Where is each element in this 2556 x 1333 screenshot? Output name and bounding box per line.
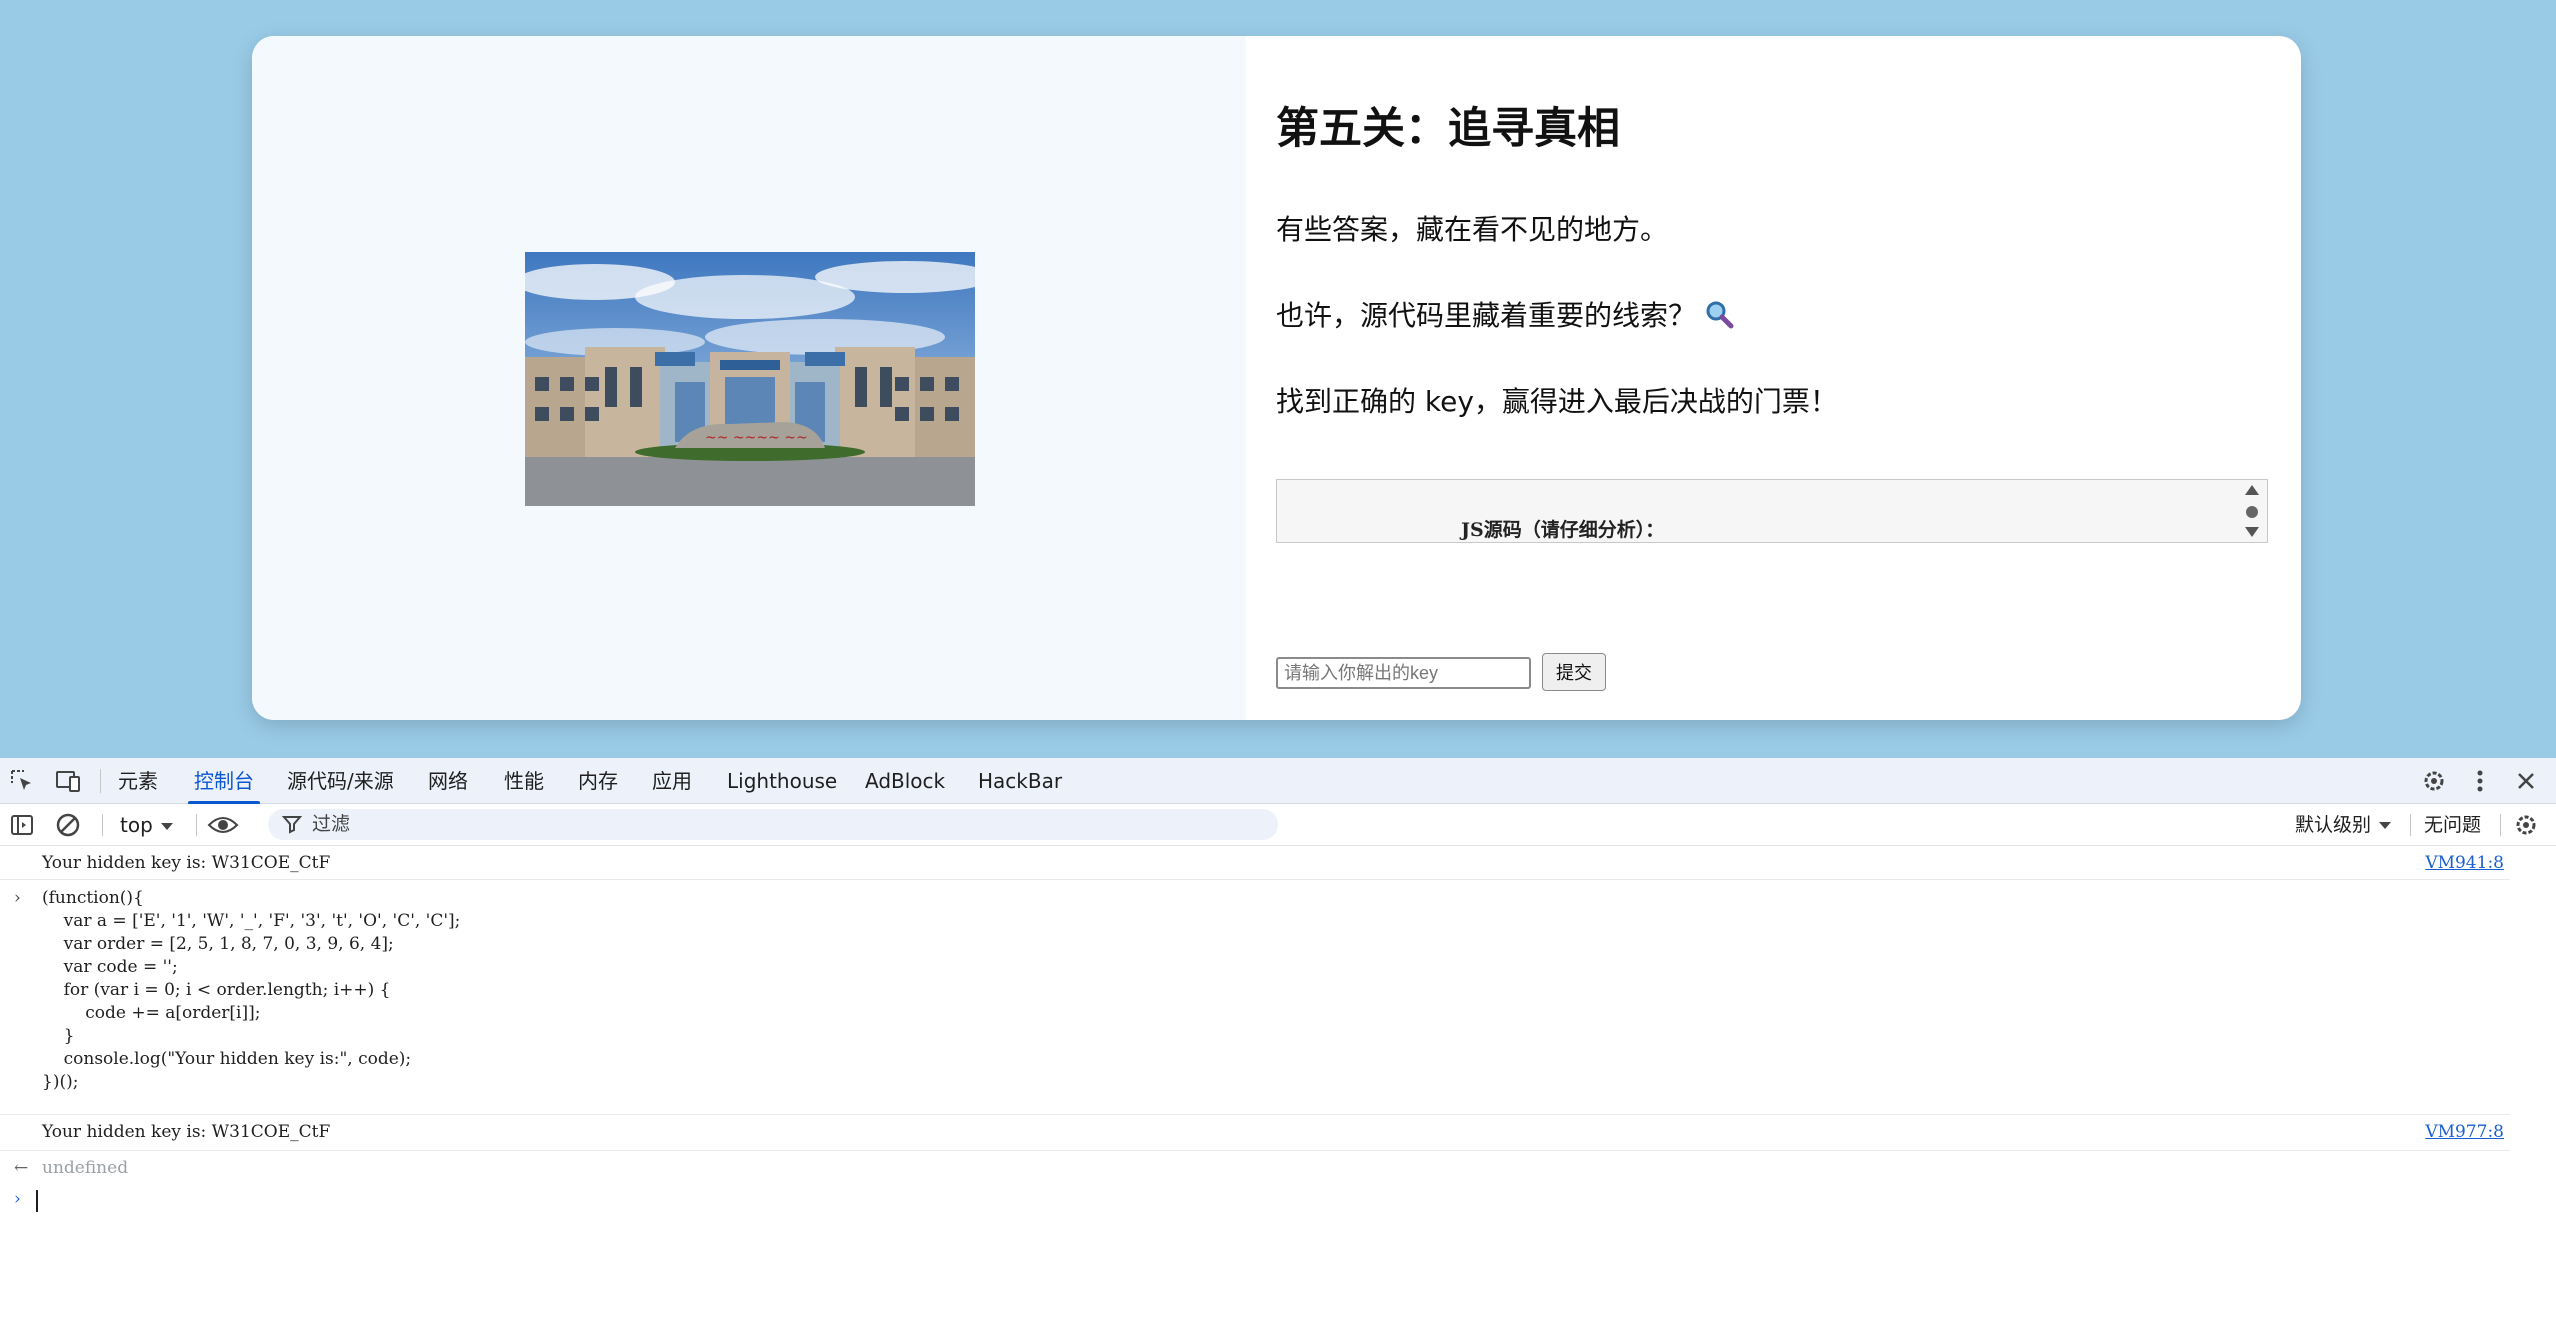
- tab-adblock[interactable]: AdBlock: [865, 758, 945, 804]
- context-selector[interactable]: top: [120, 804, 173, 846]
- tab-network[interactable]: 网络: [428, 758, 468, 804]
- code-line: }: [42, 1026, 75, 1046]
- content-panel: 第五关：追寻真相 有些答案，藏在看不见的地方。 也许，源代码里藏着重要的线索？ …: [1246, 36, 2301, 720]
- more-options-icon[interactable]: [2466, 767, 2494, 795]
- magnifier-icon: [1704, 299, 1734, 336]
- js-source-box[interactable]: JS源码（请仔细分析）：: [1276, 479, 2268, 543]
- issues-counter[interactable]: 无问题: [2424, 804, 2481, 846]
- code-line: var code = '';: [42, 957, 178, 977]
- log-levels-label: 默认级别: [2295, 814, 2372, 836]
- scroll-up-arrow-icon[interactable]: [2245, 485, 2259, 495]
- toolbar-divider-4: [2500, 814, 2501, 836]
- close-devtools-icon[interactable]: [2512, 767, 2540, 795]
- toolbar-divider-3: [2410, 814, 2411, 836]
- tab-console[interactable]: 控制台: [188, 758, 260, 804]
- expand-chevron-icon[interactable]: ›: [14, 887, 21, 910]
- console-return-value: ← undefined: [0, 1151, 2510, 1187]
- campus-building-image: ~~ ~~~~ ~~: [525, 252, 975, 506]
- console-log-message: Your hidden key is: W31COE_CtF VM977:8: [0, 1115, 2510, 1151]
- chevron-down-icon: [160, 823, 173, 830]
- live-expression-eye-icon[interactable]: [207, 811, 239, 839]
- return-arrow-icon: ←: [14, 1158, 29, 1178]
- tab-sources[interactable]: 源代码/来源: [287, 758, 394, 804]
- console-prompt-cursor[interactable]: [36, 1190, 38, 1212]
- code-line: code += a[order[i]];: [42, 1003, 261, 1023]
- code-line: for (var i = 0; i < order.length; i++) {: [42, 980, 391, 1000]
- console-toolbar: top 过滤 默认级别 无问题: [0, 804, 2556, 846]
- code-line: var order = [2, 5, 1, 8, 7, 0, 3, 9, 6, …: [42, 934, 394, 954]
- prompt-chevron-icon: ›: [14, 1189, 21, 1209]
- devtools-tabbar: 元素 控制台 源代码/来源 网络 性能 内存 应用 Lighthouse AdB…: [0, 758, 2556, 804]
- tab-application[interactable]: 应用: [652, 758, 692, 804]
- svg-text:~~ ~~~~ ~~: ~~ ~~~~ ~~: [705, 430, 808, 446]
- tab-memory[interactable]: 内存: [578, 758, 618, 804]
- settings-gear-icon[interactable]: [2420, 767, 2448, 795]
- chevron-down-icon: [2379, 822, 2392, 829]
- console-settings-gear-icon[interactable]: [2512, 811, 2540, 839]
- filter-funnel-icon: [280, 812, 304, 836]
- tabbar-divider: [100, 769, 101, 793]
- scrollbar-thumb[interactable]: [2246, 506, 2258, 518]
- code-line: console.log("Your hidden key is:", code)…: [42, 1049, 412, 1069]
- page-title: 第五关：追寻真相: [1276, 104, 1620, 154]
- tab-elements[interactable]: 元素: [118, 758, 158, 804]
- log-message-text: Your hidden key is: W31COE_CtF: [42, 1122, 331, 1142]
- level-card: ~~ ~~~~ ~~ 第五关：追寻真相 有些答案，藏在看不见的地方。 也许，源代…: [252, 36, 2301, 720]
- sidebar-toggle-icon[interactable]: [8, 811, 36, 839]
- code-line: (function(){: [42, 888, 144, 908]
- context-label: top: [120, 813, 153, 837]
- goal-text: 找到正确的 key，赢得进入最后决战的门票！: [1276, 385, 1838, 418]
- intro-text: 有些答案，藏在看不见的地方。: [1276, 213, 1669, 246]
- toolbar-divider: [102, 814, 103, 836]
- code-line: })();: [42, 1072, 79, 1092]
- page-viewport: ~~ ~~~~ ~~ 第五关：追寻真相 有些答案，藏在看不见的地方。 也许，源代…: [0, 0, 2556, 758]
- key-input[interactable]: [1276, 657, 1531, 689]
- devtools-panel: 元素 控制台 源代码/来源 网络 性能 内存 应用 Lighthouse AdB…: [0, 758, 2556, 1333]
- console-output[interactable]: Your hidden key is: W31COE_CtF VM941:8 ›…: [0, 846, 2556, 1333]
- scroll-down-arrow-icon[interactable]: [2245, 527, 2259, 537]
- tab-performance[interactable]: 性能: [504, 758, 544, 804]
- inspect-element-icon[interactable]: [8, 767, 36, 795]
- log-message-text: Your hidden key is: W31COE_CtF: [42, 853, 331, 873]
- console-filter-input[interactable]: 过滤: [268, 809, 1278, 840]
- console-input-code: › (function(){ var a = ['E', '1', 'W', '…: [0, 880, 2510, 1115]
- image-panel: ~~ ~~~~ ~~: [252, 36, 1246, 720]
- source-link[interactable]: VM977:8: [2425, 1122, 2504, 1142]
- hint-text-label: 也许，源代码里藏着重要的线索？: [1276, 299, 1697, 332]
- hint-text: 也许，源代码里藏着重要的线索？: [1276, 294, 1734, 336]
- campus-photo: ~~ ~~~~ ~~: [525, 252, 975, 506]
- filter-placeholder: 过滤: [312, 813, 351, 835]
- code-line: var a = ['E', '1', 'W', '_', 'F', '3', '…: [42, 911, 461, 931]
- tab-hackbar[interactable]: HackBar: [978, 758, 1062, 804]
- device-toolbar-icon[interactable]: [54, 767, 82, 795]
- clear-console-icon[interactable]: [54, 811, 82, 839]
- source-link[interactable]: VM941:8: [2425, 853, 2504, 873]
- tab-lighthouse[interactable]: Lighthouse: [727, 758, 837, 804]
- return-value-text: undefined: [42, 1158, 129, 1178]
- log-levels-dropdown[interactable]: 默认级别: [2295, 804, 2392, 846]
- console-log-message: Your hidden key is: W31COE_CtF VM941:8: [0, 846, 2510, 880]
- toolbar-divider-2: [196, 814, 197, 836]
- js-source-label: JS源码（请仔细分析）：: [1461, 519, 1665, 541]
- submit-button[interactable]: 提交: [1542, 653, 1606, 691]
